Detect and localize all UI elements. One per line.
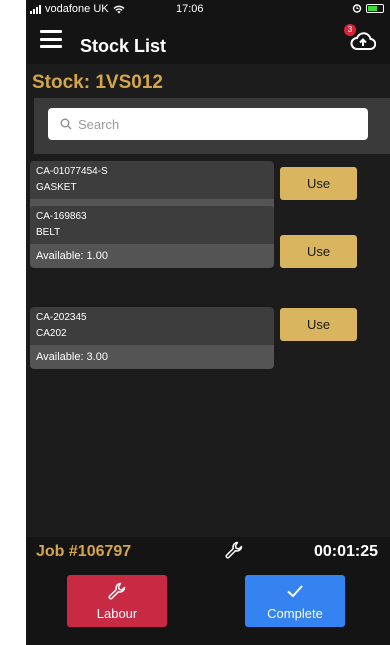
checkmark-icon (287, 585, 303, 598)
notification-badge: 3 (344, 24, 356, 36)
stock-title: Stock: 1VS012 (32, 72, 163, 93)
item-name: BELT (36, 227, 61, 238)
item-code: CA-01077454-S (36, 166, 108, 177)
battery-icon (366, 3, 384, 13)
item-code: CA-202345 (36, 312, 87, 323)
use-button[interactable]: Use (280, 167, 357, 200)
job-timer: 00:01:25 (313, 543, 378, 560)
use-button[interactable]: Use (280, 235, 357, 268)
search-bar: Search (34, 98, 390, 154)
item-name: GASKET (36, 182, 77, 193)
sync-button[interactable]: 3 (344, 24, 377, 52)
search-icon (60, 118, 72, 130)
stock-item-card: CA-01077454-S GASKET (30, 161, 274, 199)
complete-label: Complete (267, 606, 323, 621)
job-footer: Job #106797 00:01:25 Labour Complete (26, 537, 390, 645)
status-bar: vodafone UK 17:06 (26, 0, 390, 20)
alarm-icon (352, 4, 362, 13)
item-code: CA-169863 (36, 211, 87, 222)
stock-item-card: CA-169863 BELT (30, 206, 274, 244)
labour-button[interactable]: Labour (67, 575, 167, 627)
signal-icon (30, 4, 41, 14)
item-name: CA202 (36, 328, 67, 339)
carrier-name: vodafone UK (45, 3, 109, 15)
menu-icon[interactable] (40, 30, 62, 48)
wrench-icon[interactable] (224, 540, 244, 560)
page-title: Stock List (80, 36, 167, 56)
search-input[interactable]: Search (48, 108, 368, 140)
search-placeholder: Search (78, 116, 120, 132)
use-button[interactable]: Use (280, 308, 357, 341)
item-available: Available: 3.00 (30, 345, 274, 369)
phone-screen: vodafone UK 17:06 Stock List 3 Stock: 1V… (26, 0, 390, 645)
complete-button[interactable]: Complete (245, 575, 345, 627)
wifi-icon (113, 5, 125, 13)
status-time: 17:06 (176, 3, 204, 15)
job-number: Job #106797 (36, 543, 132, 560)
item-available: Available: 1.00 (30, 244, 274, 268)
stock-item-card: CA-202345 CA202 (30, 307, 274, 345)
labour-label: Labour (96, 606, 138, 621)
app-header: Stock List 3 (26, 20, 390, 64)
wrench-icon (108, 582, 126, 600)
